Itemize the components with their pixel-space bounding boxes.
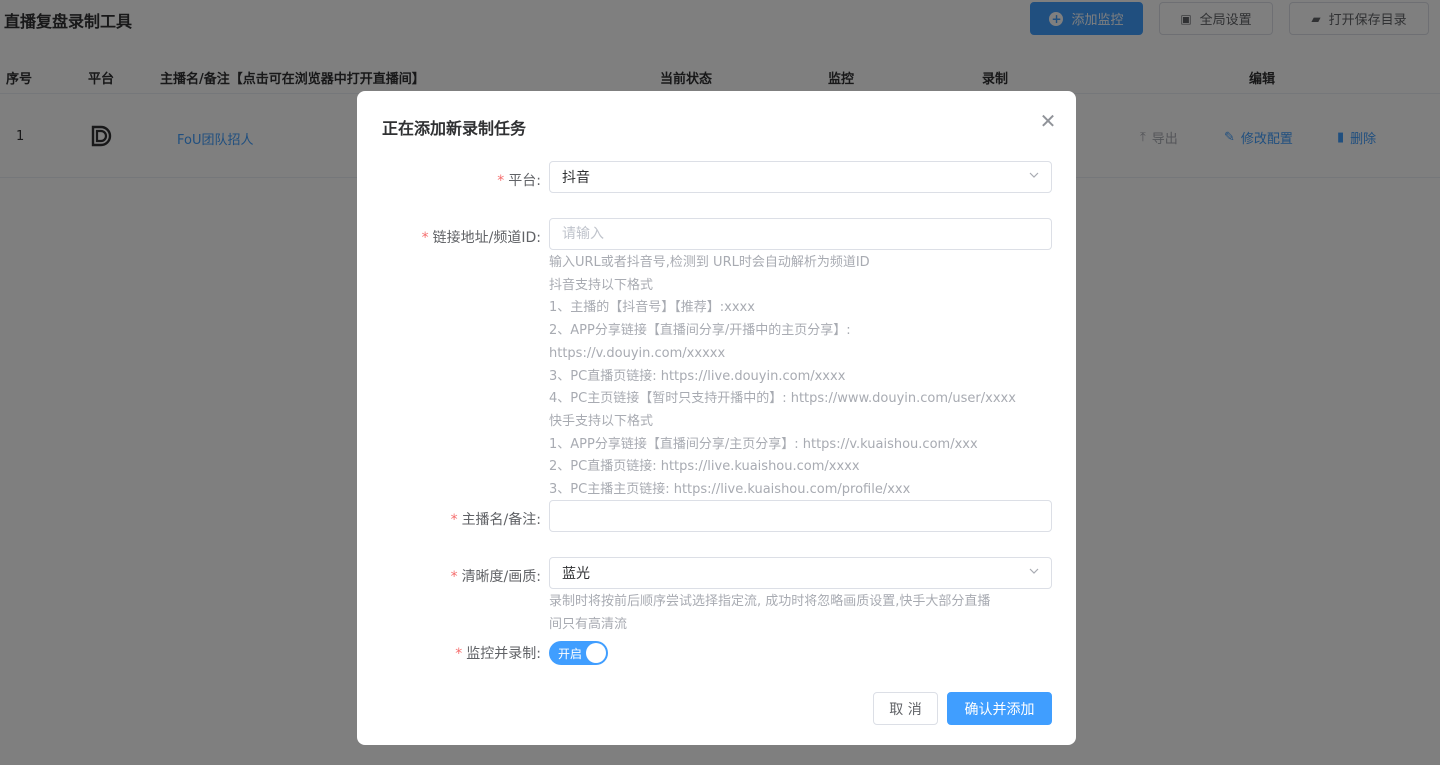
switch-text: 开启 [558,646,583,661]
quality-select[interactable]: 蓝光 [549,557,1052,589]
url-hint-line: https://v.douyin.com/xxxxx [549,345,726,361]
quality-label: * 清晰度/画质: [450,569,541,585]
add-task-dialog: 正在添加新录制任务 ✕ *平台: 抖音 *链接地址/频道ID: 输入URL或者抖… [357,91,1076,745]
monitor-record-label: * 监控并录制: [455,646,541,662]
url-hint-line: 快手支持以下格式 [549,413,654,429]
quality-hints: 录制时将按前后顺序尝试选择指定流, 成功时将忽略画质设置,快手大部分直播 间只有… [549,591,1049,636]
url-hint-line: 输入URL或者抖音号,检测到 URL时会自动解析为频道ID [549,255,870,270]
dialog-title: 正在添加新录制任务 [382,119,527,138]
platform-value: 抖音 [562,170,590,186]
confirm-add-button[interactable]: 确认并添加 [947,692,1052,725]
url-label: * 链接地址/频道ID: [421,230,541,246]
platform-select[interactable]: 抖音 [549,161,1052,193]
quality-value: 蓝光 [562,566,590,582]
quality-hint-line: 间只有高清流 [549,616,628,632]
quality-hint-line: 录制时将按前后顺序尝试选择指定流, 成功时将忽略画质设置,快手大部分直播 [549,594,991,609]
url-hint-line: 2、APP分享链接【直播间分享/开播中的主页分享】: [549,323,851,339]
url-hint-line: 3、PC直播页链接: https://live.douyin.com/xxxx [549,368,846,384]
chevron-down-icon [1029,172,1039,178]
url-input[interactable] [549,218,1052,250]
anchor-name-input[interactable] [549,500,1052,532]
url-hint-line: 抖音支持以下格式 [549,277,654,293]
close-icon[interactable]: ✕ [1036,109,1060,133]
url-hints: 输入URL或者抖音号,检测到 URL时会自动解析为频道ID 抖音支持以下格式 1… [549,252,1049,502]
url-hint-line: 2、PC直播页链接: https://live.kuaishou.com/xxx… [549,459,860,475]
platform-label: * 平台: [497,173,541,189]
url-hint-line: 1、APP分享链接【直播间分享/主页分享】: https://v.kuaisho… [549,436,978,452]
url-hint-line: 3、PC主播主页链接: https://live.kuaishou.com/pr… [549,482,911,498]
cancel-button[interactable]: 取 消 [873,692,938,725]
anchor-name-label: * 主播名/备注: [450,512,541,528]
switch-knob [586,643,606,663]
monitor-record-switch[interactable]: 开启 [549,641,608,665]
chevron-down-icon [1029,568,1039,574]
url-hint-line: 1、主播的【抖音号】【推荐】:xxxx [549,300,755,316]
url-hint-line: 4、PC主页链接【暂时只支持开播中的】: https://www.douyin.… [549,391,1016,407]
